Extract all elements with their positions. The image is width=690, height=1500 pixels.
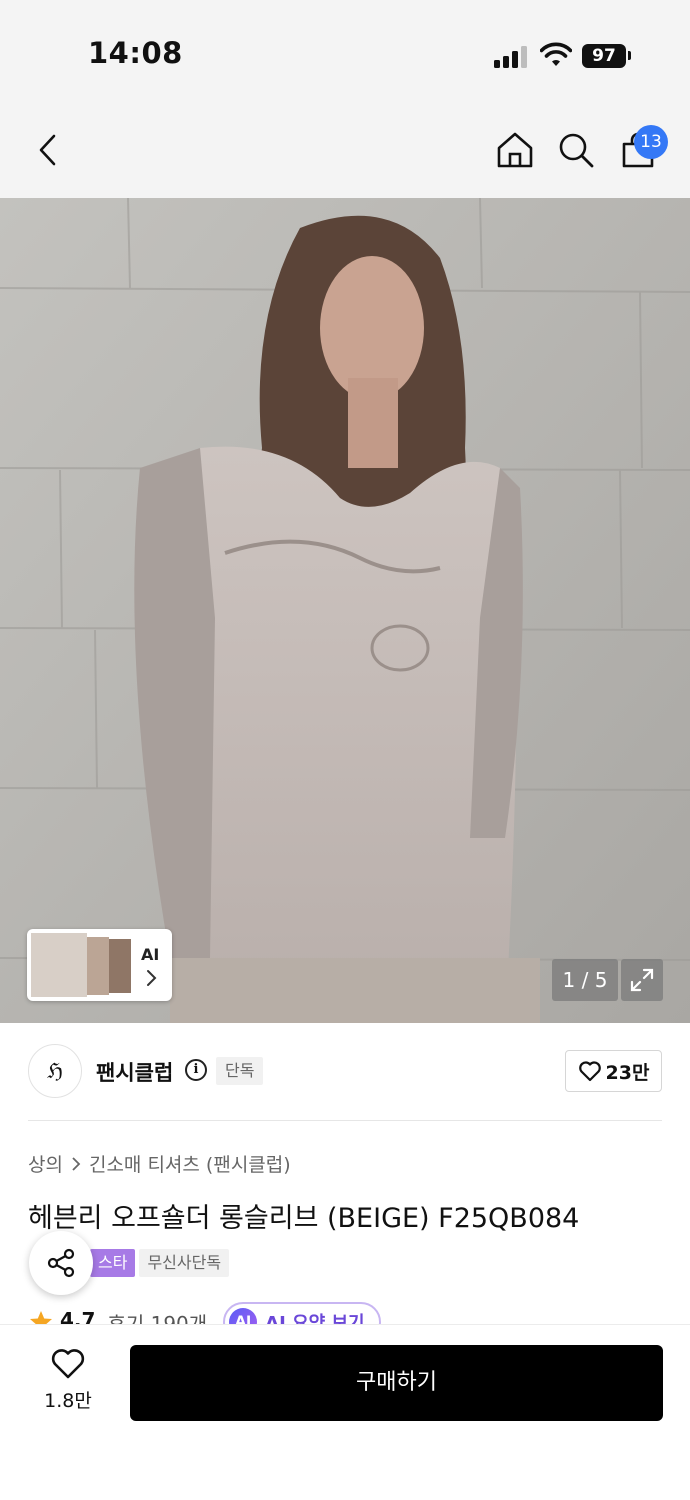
star-badge: 스타 <box>90 1249 136 1277</box>
chevron-right-icon <box>72 1156 81 1171</box>
breadcrumb: 상의 긴소매 티셔츠 (팬시클럽) <box>28 1150 291 1177</box>
musinsa-exclusive-badge: 무신사단독 <box>139 1249 230 1277</box>
battery-indicator: 97 <box>582 44 626 68</box>
top-nav <box>0 100 690 198</box>
divider <box>28 1120 662 1121</box>
search-icon <box>559 133 594 168</box>
chevron-right-icon <box>147 970 157 986</box>
brand-name[interactable]: 팬시클럽 <box>96 1057 173 1087</box>
share-icon <box>47 1248 75 1278</box>
wishlist-count: 1.8만 <box>44 1390 92 1412</box>
battery-tip <box>628 51 631 60</box>
search-button[interactable] <box>554 128 598 172</box>
brand-like-count: 23만 <box>605 1061 650 1084</box>
home-button[interactable] <box>493 128 537 172</box>
rating-row: 4.7 후기 190개 AI AI 요약 보기 <box>28 1300 662 1326</box>
product-photo <box>0 198 690 1023</box>
brand-logo[interactable]: ℌ <box>28 1044 82 1098</box>
wishlist-button[interactable]: 1.8만 <box>28 1348 108 1420</box>
wifi-icon <box>540 42 572 66</box>
breadcrumb-item[interactable]: 긴소매 티셔츠 (팬시클럽) <box>89 1150 291 1177</box>
back-button[interactable] <box>26 128 70 172</box>
info-icon[interactable]: i <box>185 1059 207 1081</box>
ai-label: AI <box>141 945 160 964</box>
share-button[interactable] <box>29 1231 93 1295</box>
status-time: 14:08 <box>88 36 183 70</box>
product-title: 헤븐리 오프숄더 롱슬리브 (BEIGE) F25QB084 <box>28 1203 580 1234</box>
cellular-signal-icon <box>494 44 528 68</box>
brand-like-button[interactable]: 23만 <box>565 1050 662 1092</box>
ai-summary-button[interactable]: AI AI 요약 보기 <box>223 1302 381 1326</box>
expand-icon <box>630 968 654 992</box>
cart-count-badge: 13 <box>634 125 668 159</box>
exclusive-tag: 단독 <box>216 1057 264 1085</box>
image-page-counter: 1 / 5 <box>552 959 618 1001</box>
thumbnail-stack <box>31 933 131 997</box>
product-image[interactable]: AI 1 / 5 <box>0 198 690 1023</box>
chevron-left-icon <box>39 134 56 166</box>
ai-similar-items-card[interactable]: AI <box>27 929 172 1001</box>
buy-button[interactable]: 구매하기 <box>130 1345 663 1421</box>
breadcrumb-item[interactable]: 상의 <box>28 1150 63 1177</box>
heart-icon <box>578 1061 601 1082</box>
expand-image-button[interactable] <box>621 959 663 1001</box>
heart-icon <box>51 1349 85 1379</box>
status-bar: 14:08 97 <box>0 0 690 100</box>
home-icon <box>497 132 533 168</box>
